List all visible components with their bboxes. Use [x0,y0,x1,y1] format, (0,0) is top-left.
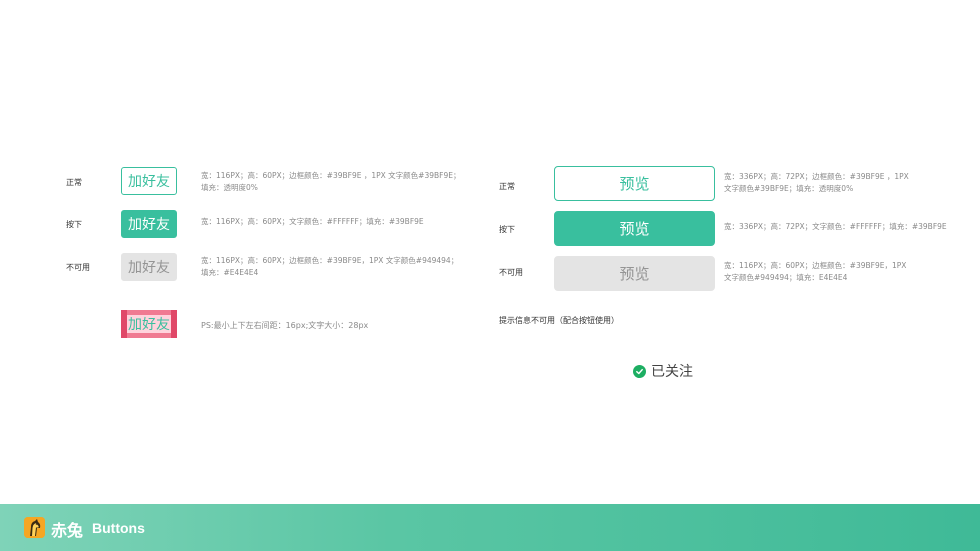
spec-line: 填充：#E4E4E4 [201,268,259,277]
followed-status: 已关注 [633,361,693,381]
hint-label: 提示信息不可用（配合按钮使用） [499,316,619,325]
spec-pressed-right: 宽：336PX；高：72PX；文字颜色：#FFFFFF；填充：#39BF9E [724,221,947,233]
spec-line: 宽：336PX；高：72PX；边框颜色：#39BF9E ，1PX [724,172,909,181]
state-label-disabled-right: 不可用 [499,268,523,277]
padding-note: PS:最小上下左右间距：16px;文字大小：28px [201,321,369,330]
spec-line: 宽：116PX；高：60PX；边框颜色：#39BF9E，1PX 文字颜色#949… [201,256,459,265]
footer-bar: 赤兔 Buttons [0,504,980,551]
state-label-pressed-right: 按下 [499,225,515,234]
padding-demo: 加好友 [121,310,177,338]
add-friend-button-pressed[interactable]: 加好友 [121,210,177,238]
spec-line: 宽：116PX；高：60PX；边框颜色：#39BF9E，1PX [724,261,907,270]
spec-disabled: 宽：116PX；高：60PX；边框颜色：#39BF9E，1PX 文字颜色#949… [201,255,458,279]
spec-line: 文字颜色#949494；填充：E4E4E4 [724,273,848,282]
spec-line: 宽：336PX；高：72PX；文字颜色：#FFFFFF；填充：#39BF9E [724,222,947,231]
spec-line: 宽：116PX；高：60PX；文字颜色：#FFFFFF；填充：#39BF9E [201,217,424,226]
spec-line: 填充：透明度0% [201,183,258,192]
state-label-normal: 正常 [66,178,82,187]
add-friend-button-normal[interactable]: 加好友 [121,167,177,195]
horse-logo-icon [24,517,45,538]
spec-normal-right: 宽：336PX；高：72PX；边框颜色：#39BF9E ，1PX 文字颜色#39… [724,171,909,195]
footer-title: Buttons [92,520,145,536]
state-label-pressed: 按下 [66,220,82,229]
spec-line: 文字颜色#39BF9E；填充：透明度0% [724,184,854,193]
footer-brand: 赤兔 [51,521,84,540]
spec-line: 宽：116PX；高：60PX；边框颜色：#39BF9E ，1PX 文字颜色#39… [201,171,461,180]
spec-pressed: 宽：116PX；高：60PX；文字颜色：#FFFFFF；填充：#39BF9E [201,216,424,228]
spec-disabled-right: 宽：116PX；高：60PX；边框颜色：#39BF9E，1PX 文字颜色#949… [724,260,906,284]
padding-demo-text: 加好友 [127,315,171,333]
followed-text: 已关注 [651,364,693,380]
add-friend-button-disabled[interactable]: 加好友 [121,253,177,281]
preview-button-normal[interactable]: 预览 [554,166,715,201]
padding-right-marker [171,310,177,338]
check-circle-icon [633,364,646,378]
preview-button-disabled[interactable]: 预览 [554,256,715,291]
state-label-normal-right: 正常 [499,182,515,191]
preview-button-pressed[interactable]: 预览 [554,211,715,246]
spec-normal: 宽：116PX；高：60PX；边框颜色：#39BF9E ，1PX 文字颜色#39… [201,170,460,194]
state-label-disabled: 不可用 [66,263,90,272]
